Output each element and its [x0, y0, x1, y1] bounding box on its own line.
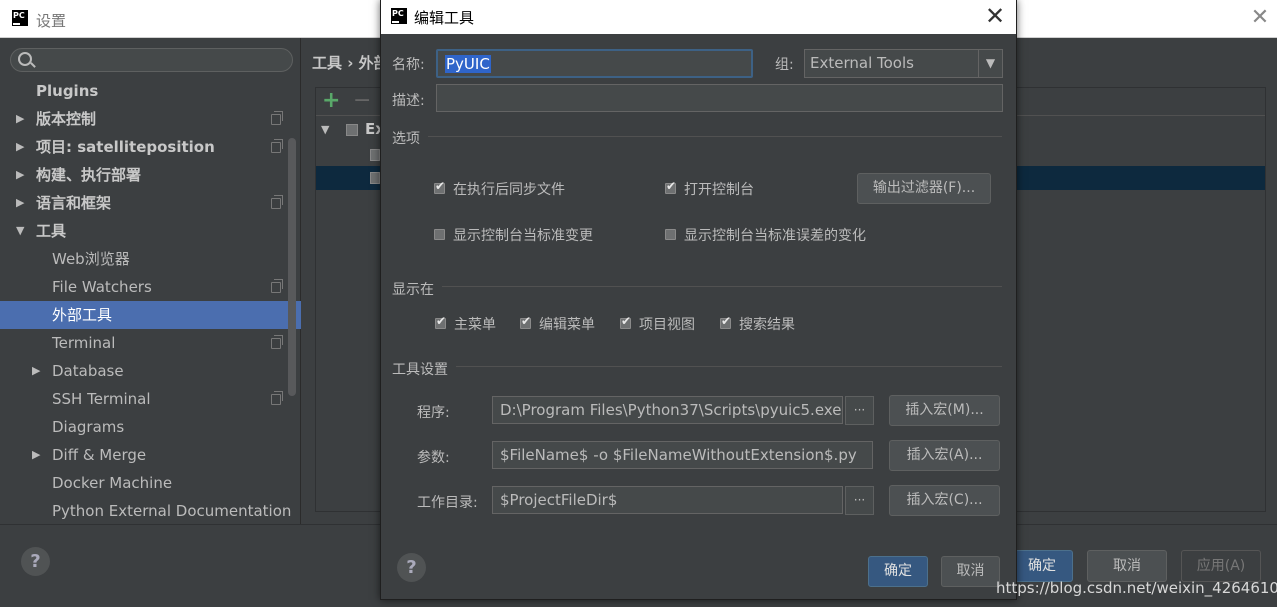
show-console-stdout-label: 显示控制台当标准变更 — [453, 228, 593, 244]
help-icon[interactable]: ? — [21, 547, 50, 576]
main-menu-checkbox[interactable] — [435, 314, 446, 329]
description-label: 描述: — [392, 93, 425, 109]
workdir-browse-button[interactable]: ··· — [845, 486, 874, 515]
program-browse-button[interactable]: ··· — [845, 396, 874, 425]
show-in-section-title: 显示在 — [392, 282, 434, 298]
tree-item-ssh-terminal[interactable]: SSH Terminal — [0, 385, 301, 413]
search-results-checkbox[interactable] — [720, 314, 731, 329]
settings-apply-button[interactable]: 应用(A) — [1181, 550, 1261, 582]
tree-item-languages[interactable]: ▶ 语言和框架 — [0, 189, 301, 217]
expand-arrow-icon[interactable]: ▶ — [16, 189, 24, 217]
remove-icon[interactable]: − — [353, 90, 373, 112]
expand-arrow-icon[interactable]: ▶ — [32, 441, 40, 469]
tree-item-file-watchers[interactable]: File Watchers — [0, 273, 301, 301]
tree-item-terminal[interactable]: Terminal — [0, 329, 301, 357]
workdir-label: 工作目录: — [417, 495, 478, 511]
editor-menu-checkbox[interactable] — [520, 314, 531, 329]
expand-arrow-icon[interactable]: ▶ — [16, 105, 24, 133]
group-select[interactable]: External Tools — [804, 49, 1003, 78]
expand-arrow-icon[interactable]: ▶ — [32, 357, 40, 385]
tree-item-version-control[interactable]: ▶ 版本控制 — [0, 105, 301, 133]
name-input[interactable]: PyUIC — [436, 49, 753, 78]
tree-item-python-docs[interactable]: Python External Documentation — [0, 497, 301, 525]
program-insert-macro-button[interactable]: 插入宏(M)... — [889, 395, 1000, 426]
tree-item-build[interactable]: ▶ 构建、执行部署 — [0, 161, 301, 189]
sync-files-label: 在执行后同步文件 — [453, 182, 565, 198]
collapse-arrow-icon[interactable]: ▼ — [16, 217, 24, 245]
workdir-input[interactable]: $ProjectFileDir$ — [492, 486, 843, 514]
args-label: 参数: — [417, 450, 450, 466]
tree-item-diff-merge[interactable]: ▶ Diff & Merge — [0, 441, 301, 469]
dialog-title: 编辑工具 — [414, 9, 475, 27]
tree-item-external-tools[interactable]: 外部工具 — [0, 301, 301, 329]
tool-settings-divider — [456, 366, 1002, 367]
sync-files-checkbox[interactable] — [434, 179, 445, 194]
project-scope-icon — [271, 195, 283, 209]
tool-checkbox[interactable] — [370, 172, 380, 184]
settings-close-icon[interactable]: ✕ — [1249, 6, 1271, 30]
show-console-stdout-checkbox[interactable] — [434, 229, 445, 240]
options-divider — [428, 136, 1002, 137]
settings-ok-button[interactable]: 确定 — [1011, 550, 1073, 582]
editor-menu-label: 编辑菜单 — [539, 317, 595, 333]
show-in-divider — [442, 286, 1002, 287]
project-scope-icon — [271, 279, 283, 293]
sidebar-scrollbar[interactable] — [288, 138, 296, 396]
workdir-insert-macro-button[interactable]: 插入宏(C)... — [889, 485, 1000, 516]
tree-item-diagrams[interactable]: Diagrams — [0, 413, 301, 441]
pycharm-logo-icon: PC — [391, 8, 407, 24]
project-scope-icon — [271, 111, 283, 125]
dialog-ok-button[interactable]: 确定 — [868, 556, 928, 587]
show-console-stderr-checkbox[interactable] — [665, 229, 676, 240]
project-views-checkbox[interactable] — [620, 314, 631, 329]
args-input[interactable]: $FileName$ -o $FileNameWithoutExtension$… — [492, 441, 873, 469]
settings-window-title: 设置 — [36, 12, 67, 30]
add-icon[interactable]: + — [322, 90, 342, 112]
name-label: 名称: — [392, 57, 425, 73]
dropdown-arrow-icon[interactable]: ▼ — [978, 50, 1002, 77]
collapse-arrow-icon[interactable]: ▼ — [321, 123, 329, 136]
tree-item-docker-machine[interactable]: Docker Machine — [0, 469, 301, 497]
open-console-label: 打开控制台 — [684, 182, 754, 198]
show-console-stderr-label: 显示控制台当标准误差的变化 — [684, 228, 866, 244]
tree-item-database[interactable]: ▶ Database — [0, 357, 301, 385]
output-filters-button[interactable]: 输出过滤器(F)... — [857, 173, 991, 204]
dialog-help-icon[interactable]: ? — [397, 553, 426, 582]
expand-arrow-icon[interactable]: ▶ — [16, 161, 24, 189]
options-section-title: 选项 — [392, 131, 420, 147]
tool-settings-section-title: 工具设置 — [392, 362, 448, 378]
pycharm-logo-icon: PC — [12, 10, 28, 26]
tree-item-project[interactable]: ▶ 项目: satelliteposition — [0, 133, 301, 161]
project-scope-icon — [271, 139, 283, 153]
main-menu-label: 主菜单 — [454, 317, 496, 333]
settings-search-input[interactable] — [10, 48, 293, 72]
tree-item-tools[interactable]: ▼ 工具 — [0, 217, 301, 245]
expand-arrow-icon[interactable]: ▶ — [16, 133, 24, 161]
group-checkbox[interactable] — [346, 124, 358, 136]
settings-cancel-button[interactable]: 取消 — [1087, 550, 1167, 582]
program-input[interactable]: D:\Program Files\Python37\Scripts\pyuic5… — [492, 396, 843, 424]
dialog-titlebar — [381, 0, 1016, 34]
watermark: https://blog.csdn.net/weixin_42646103 — [996, 579, 1277, 597]
dialog-close-icon[interactable]: ✕ — [983, 3, 1007, 29]
tool-checkbox[interactable] — [370, 149, 380, 161]
group-label: 组: — [775, 57, 794, 73]
project-views-label: 项目视图 — [639, 317, 695, 333]
open-console-checkbox[interactable] — [665, 179, 676, 194]
project-scope-icon — [271, 391, 283, 405]
name-value: PyUIC — [445, 55, 491, 73]
project-scope-icon — [271, 335, 283, 349]
description-input[interactable] — [436, 84, 1003, 112]
dialog-cancel-button[interactable]: 取消 — [941, 556, 1000, 587]
breadcrumb: 工具 › 外部 — [312, 54, 389, 72]
program-label: 程序: — [417, 405, 450, 421]
args-insert-macro-button[interactable]: 插入宏(A)... — [889, 440, 1000, 471]
tree-item-web-browsers[interactable]: Web浏览器 — [0, 245, 301, 273]
tree-item-plugins[interactable]: Plugins — [0, 77, 301, 105]
search-results-label: 搜索结果 — [739, 317, 795, 333]
search-icon — [18, 52, 32, 66]
